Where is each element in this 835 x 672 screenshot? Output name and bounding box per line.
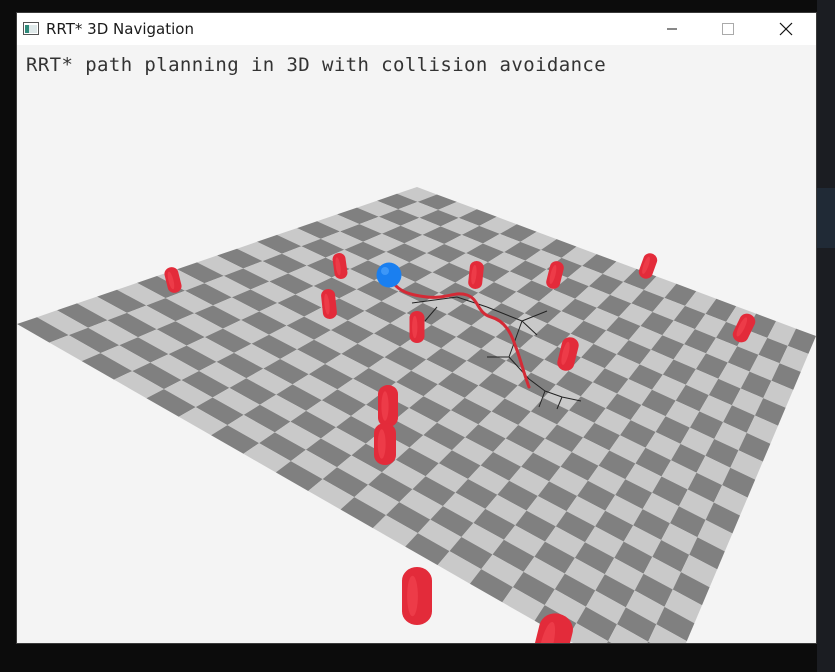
obstacle-cylinder — [374, 423, 396, 465]
close-button[interactable] — [763, 13, 809, 45]
obstacle-highlight — [407, 575, 418, 617]
obstacle-highlight — [377, 429, 386, 459]
obstacle-highlight — [412, 315, 418, 339]
window-title: RRT* 3D Navigation — [46, 20, 194, 38]
obstacle-cylinder — [402, 567, 432, 625]
close-icon — [779, 22, 793, 36]
maximize-button[interactable] — [705, 13, 751, 45]
background-desktop-accent — [817, 188, 835, 248]
obstacle-cylinder — [378, 385, 398, 427]
maximize-icon — [722, 23, 734, 35]
agent-group — [376, 262, 402, 288]
3d-scene-canvas[interactable] — [17, 45, 816, 643]
minimize-button[interactable] — [649, 13, 695, 45]
minimize-icon — [666, 23, 678, 35]
obstacle-highlight — [381, 391, 389, 421]
render-viewport[interactable]: RRT* path planning in 3D with collision … — [17, 45, 816, 643]
obstacle-cylinder — [409, 311, 425, 343]
app-window: RRT* 3D Navigation RRT* path planning in… — [16, 12, 817, 644]
viewport-caption: RRT* path planning in 3D with collision … — [26, 54, 607, 76]
title-bar[interactable]: RRT* 3D Navigation — [17, 13, 816, 45]
agent-sphere — [376, 262, 402, 288]
background-desktop-panel — [817, 0, 835, 672]
agent-highlight — [381, 267, 389, 275]
app-window-icon — [23, 22, 39, 35]
